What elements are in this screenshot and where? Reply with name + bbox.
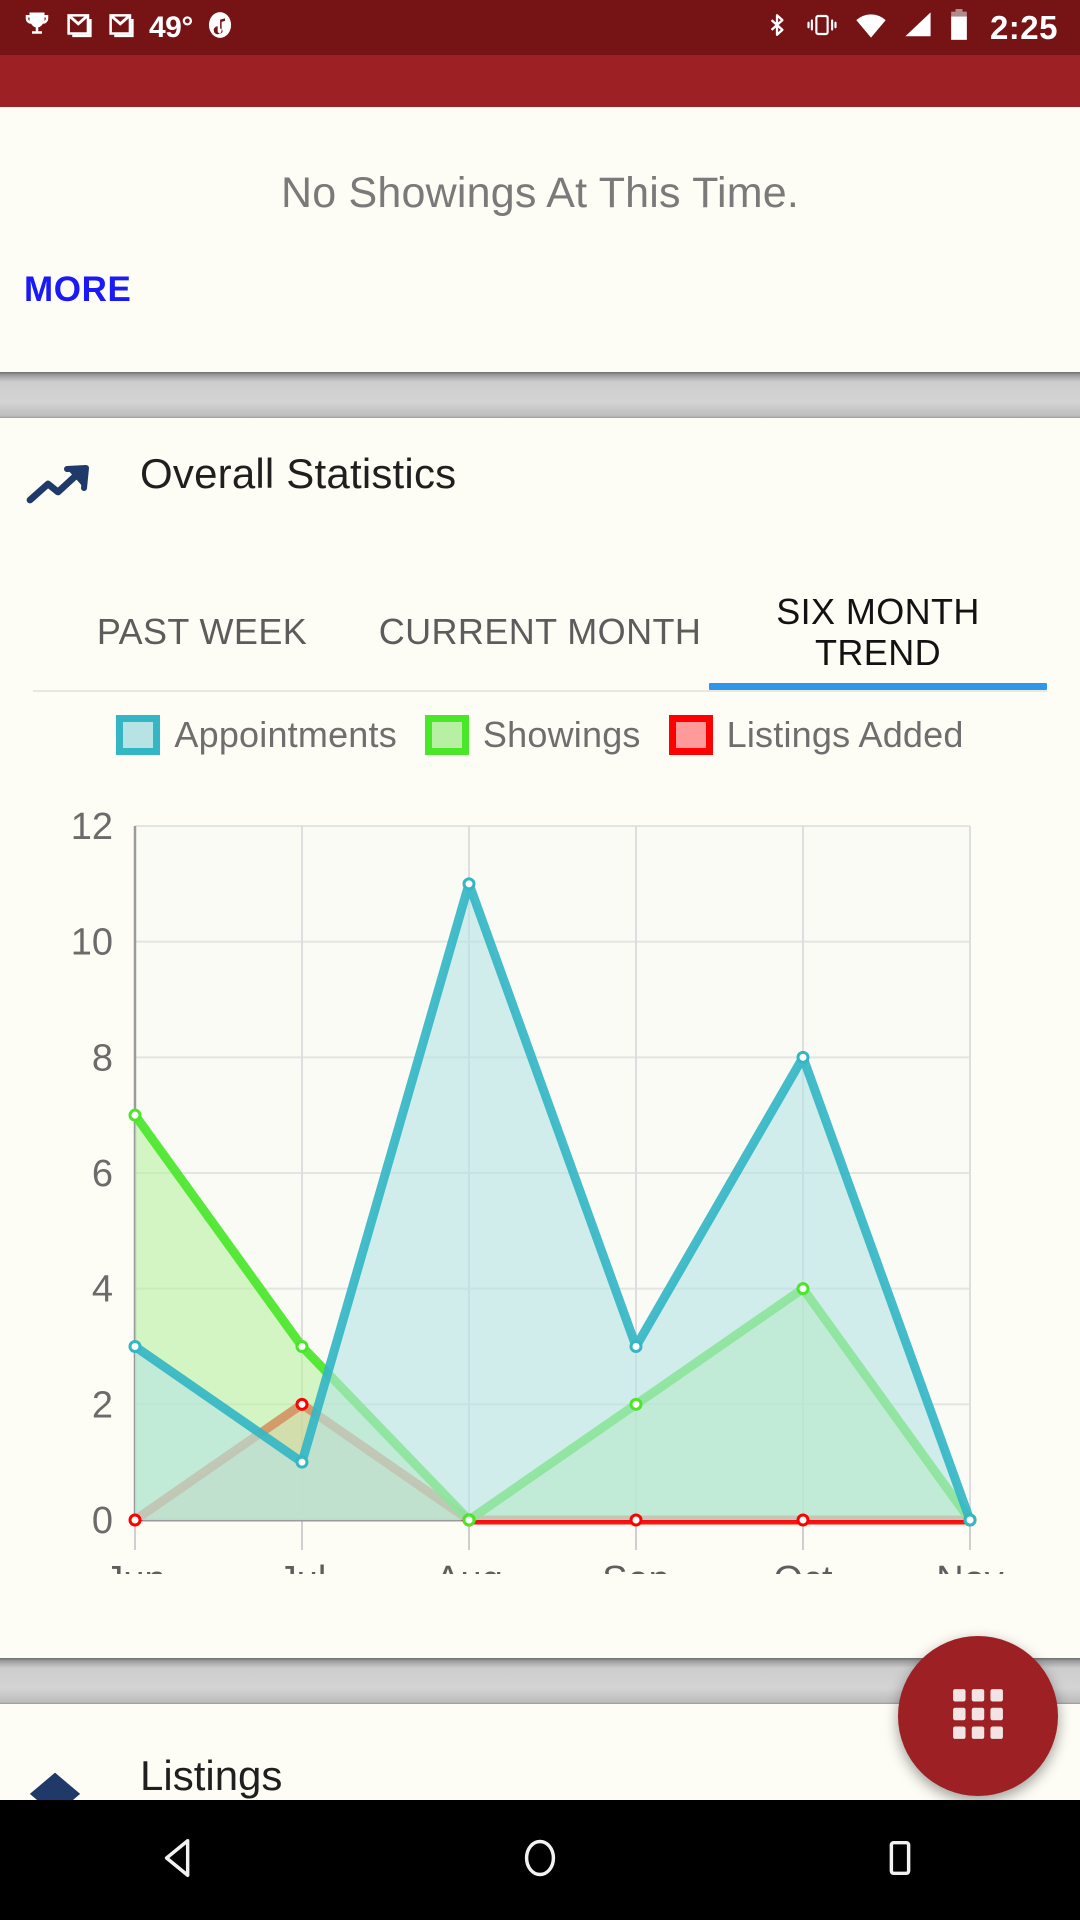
nav-recents-button[interactable] [720,1835,1080,1886]
cell-signal-icon [902,11,934,44]
legend-swatch-listings-added [669,715,713,755]
status-bar-right-icons: 2:25 [764,8,1058,47]
y-axis-tick-label: 8 [92,1037,113,1079]
android-nav-bar [0,1800,1080,1920]
six-month-trend-chart[interactable]: 0 2 4 6 8 10 12 Jun Jul Aug Sep Oct Nov [0,774,1080,1574]
legend-label-listings-added: Listings Added [727,714,964,756]
x-axis-tick-label: Oct [773,1559,833,1574]
data-point[interactable] [965,1515,975,1525]
apps-fab-button[interactable] [898,1636,1058,1796]
legend-label-showings: Showings [483,714,641,756]
vibrate-icon [804,10,840,45]
phone-screen: 49° 2:25 No Showings [0,0,1080,1920]
tab-current-month[interactable]: CURRENT MONTH [371,568,709,690]
data-point[interactable] [798,1052,808,1062]
chart-canvas: 0 2 4 6 8 10 12 Jun Jul Aug Sep Oct Nov [0,774,1080,1574]
y-axis-tick-label: 12 [71,806,113,848]
legend-label-appointments: Appointments [174,714,397,756]
statistics-tabs: PAST WEEK CURRENT MONTH SIX MONTH TREND [33,568,1047,690]
back-triangle-icon [157,1835,203,1886]
bluetooth-icon [764,8,790,47]
data-point[interactable] [297,1399,307,1409]
tab-current-month-label: CURRENT MONTH [379,611,702,652]
data-point[interactable] [631,1342,641,1352]
y-axis-tick-label: 6 [92,1153,113,1195]
gmail-icon [65,9,94,46]
showings-card: No Showings At This Time. MORE [0,107,1080,372]
status-bar-left-icons: 49° [22,9,234,46]
diamond-icon [26,1766,84,1800]
legend-item-appointments[interactable]: Appointments [116,714,397,756]
legend-item-showings[interactable]: Showings [425,714,641,756]
data-point[interactable] [631,1399,641,1409]
listings-title: Listings [140,1752,282,1800]
battery-icon [948,9,970,46]
nav-home-button[interactable] [360,1835,720,1886]
x-axis-tick-label: Jun [104,1559,165,1574]
data-point[interactable] [130,1110,140,1120]
home-circle-icon [517,1835,563,1886]
x-axis-tick-label: Jul [278,1559,327,1574]
tab-six-month-trend[interactable]: SIX MONTH TREND [709,568,1047,690]
recents-square-icon [877,1835,923,1886]
status-bar: 49° 2:25 [0,0,1080,55]
tab-past-week-label: PAST WEEK [97,611,307,652]
x-axis-tick-label: Nov [936,1559,1004,1574]
y-axis-tick-label: 2 [92,1384,113,1426]
music-note-icon [206,9,234,46]
legend-swatch-showings [425,715,469,755]
app-bar [0,55,1080,107]
data-point[interactable] [464,1515,474,1525]
data-point[interactable] [130,1342,140,1352]
more-button[interactable]: MORE [24,270,131,310]
legend-item-listings-added[interactable]: Listings Added [669,714,964,756]
data-point[interactable] [464,879,474,889]
gmail-icon [107,9,136,46]
x-axis-tick-label: Aug [435,1559,503,1574]
no-showings-message: No Showings At This Time. [0,169,1080,218]
page-title: Overall Statistics [140,450,456,498]
legend-swatch-appointments [116,715,160,755]
y-axis-tick-label: 4 [92,1269,113,1311]
x-axis-tick-label: Sep [602,1559,670,1574]
overall-statistics-card: Overall Statistics PAST WEEK CURRENT MON… [0,418,1080,1658]
data-point[interactable] [631,1515,641,1525]
data-point[interactable] [130,1515,140,1525]
wifi-icon [854,11,888,44]
y-axis-tick-label: 10 [71,922,113,964]
card-divider-top [0,372,1080,418]
tabs-divider [33,690,1047,692]
y-axis-tick-label: 0 [92,1500,113,1542]
chart-legend: Appointments Showings Listings Added [0,714,1080,756]
clock-label: 2:25 [990,9,1058,47]
data-point[interactable] [297,1342,307,1352]
active-tab-indicator [709,683,1047,690]
data-point[interactable] [798,1515,808,1525]
statistics-header: Overall Statistics [0,450,1080,530]
tab-six-month-trend-label: SIX MONTH TREND [709,591,1047,674]
trending-up-icon [26,462,98,519]
trophy-icon [22,9,52,46]
data-point[interactable] [297,1457,307,1467]
tab-past-week[interactable]: PAST WEEK [33,568,371,690]
apps-grid-icon [951,1687,1005,1746]
data-point[interactable] [798,1284,808,1294]
nav-back-button[interactable] [0,1835,360,1886]
temperature-label: 49° [149,13,193,43]
